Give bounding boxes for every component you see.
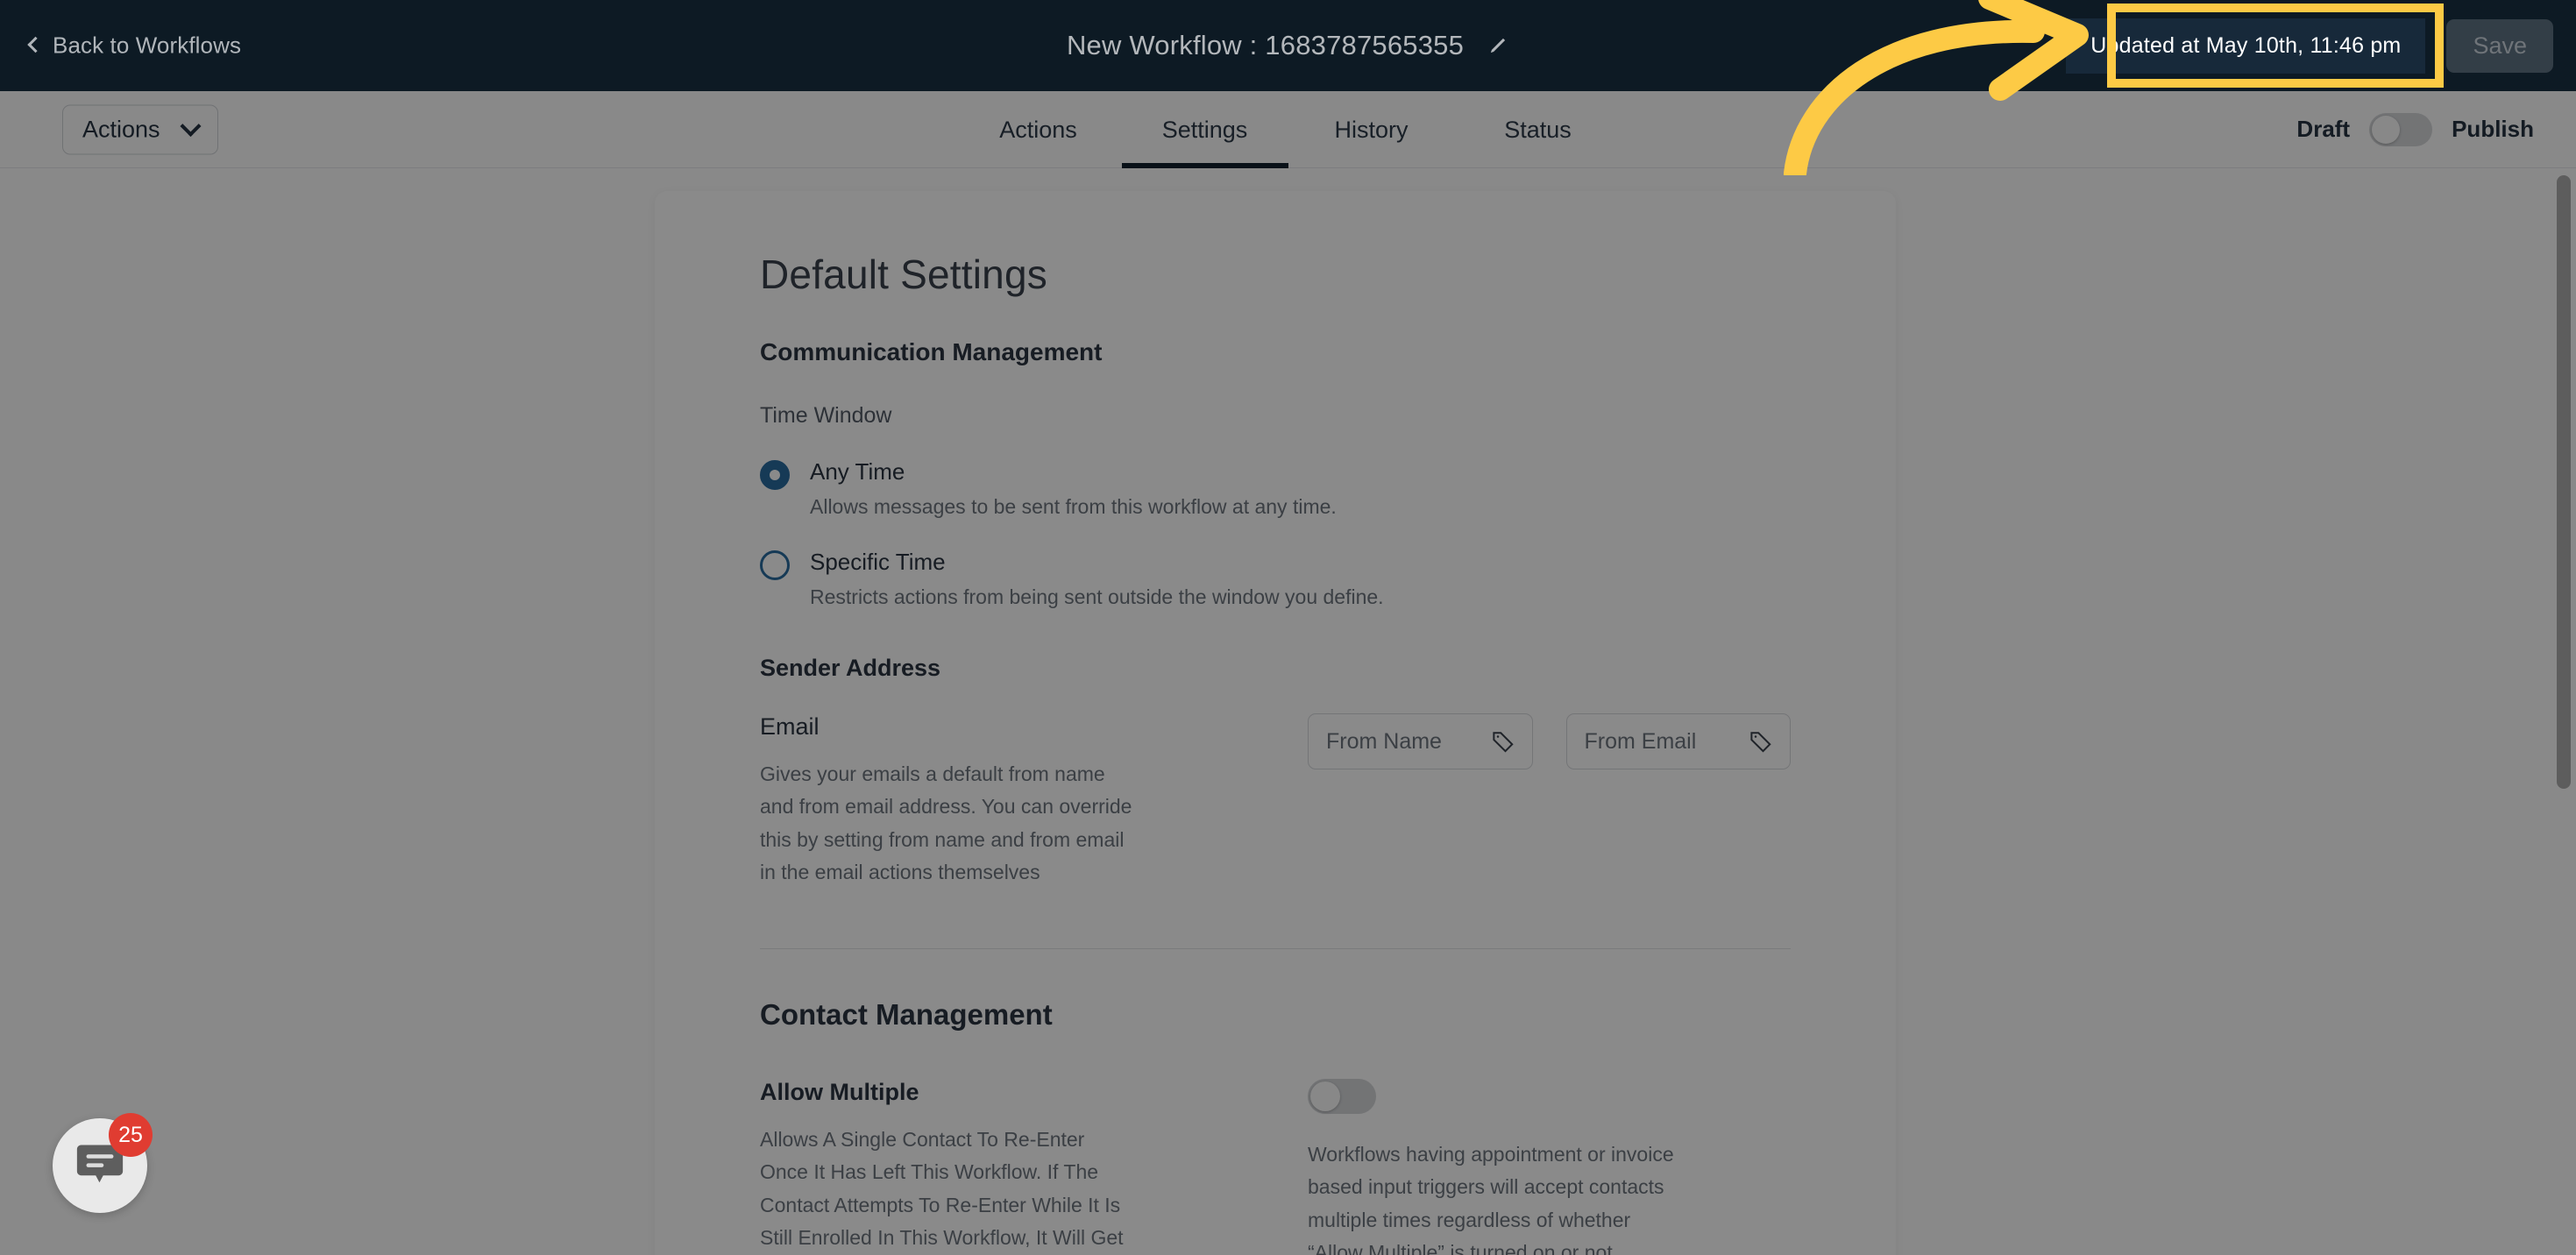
default-settings-card: Default Settings Communication Managemen… xyxy=(655,191,1896,1255)
actions-dropdown-button[interactable]: Actions xyxy=(62,104,218,154)
app-root: Default Settings Communication Managemen… xyxy=(0,0,2576,1255)
tab-status[interactable]: Status xyxy=(1455,91,1622,168)
allow-multiple-desc: Allows A Single Contact To Re-Enter Once… xyxy=(760,1128,1124,1249)
tag-icon[interactable] xyxy=(1748,728,1774,755)
actions-dropdown-label: Actions xyxy=(82,116,160,142)
allow-multiple-toggle[interactable] xyxy=(1308,1079,1376,1114)
tab-status-label: Status xyxy=(1504,116,1572,143)
allow-multiple-row: Allow Multiple Allows A Single Contact T… xyxy=(760,1079,1791,1255)
allow-multiple-description: Allow Multiple Allows A Single Contact T… xyxy=(760,1079,1137,1255)
radio-any-time[interactable] xyxy=(760,460,790,490)
tab-actions[interactable]: Actions xyxy=(955,91,1122,168)
time-window-label: Time Window xyxy=(760,403,892,428)
communication-management-heading: Communication Management xyxy=(760,338,1103,365)
workflow-title: New Workflow : 1683787565355 xyxy=(1066,30,1465,60)
radio-specific-time-desc: Restricts actions from being sent outsid… xyxy=(810,585,1384,608)
toggle-knob xyxy=(2372,115,2401,144)
section-divider xyxy=(760,948,1791,949)
page-title: Default Settings xyxy=(760,252,1047,297)
allow-multiple-label: Allow Multiple xyxy=(760,1079,919,1105)
chat-unread-badge: 25 xyxy=(109,1113,153,1157)
topbar-right-group: Updated at May 10th, 11:46 pm Save xyxy=(2062,0,2576,91)
chevron-down-icon xyxy=(180,115,202,137)
email-sender-fields xyxy=(1137,713,1791,769)
email-sender-description: Email Gives your emails a default from n… xyxy=(760,713,1137,889)
radio-specific-time[interactable] xyxy=(760,550,790,580)
radio-option-any-time[interactable]: Any Time Allows messages to be sent from… xyxy=(760,458,1791,519)
email-sender-row: Email Gives your emails a default from n… xyxy=(760,713,1791,889)
radio-any-time-desc: Allows messages to be sent from this wor… xyxy=(810,495,1337,518)
radio-specific-time-text: Specific Time Restricts actions from bei… xyxy=(810,549,1384,609)
save-button[interactable]: Save xyxy=(2446,18,2553,73)
page-scrollbar[interactable] xyxy=(2553,172,2572,1251)
toggle-knob xyxy=(1310,1081,1340,1111)
sender-address-heading: Sender Address xyxy=(760,655,941,681)
tab-actions-label: Actions xyxy=(999,116,1077,143)
radio-any-time-text: Any Time Allows messages to be sent from… xyxy=(810,458,1337,519)
pencil-icon[interactable] xyxy=(1487,34,1509,57)
back-to-workflows-link[interactable]: Back to Workflows xyxy=(27,32,242,60)
settings-page-body: Default Settings Communication Managemen… xyxy=(0,168,2576,1255)
draft-label: Draft xyxy=(2296,116,2351,142)
workflow-tabs: Actions Settings History Status xyxy=(955,91,1622,168)
workflow-nav-bar: Actions Actions Settings History Status … xyxy=(0,91,2576,168)
email-desc: Gives your emails a default from name an… xyxy=(760,762,1132,883)
chevron-left-icon xyxy=(27,36,44,53)
tab-history[interactable]: History xyxy=(1288,91,1455,168)
updated-at-badge: Updated at May 10th, 11:46 pm xyxy=(2066,18,2426,74)
contact-management-heading: Contact Management xyxy=(760,998,1053,1031)
tag-icon[interactable] xyxy=(1490,728,1516,755)
back-to-workflows-label: Back to Workflows xyxy=(53,32,242,59)
tab-history-label: History xyxy=(1334,116,1409,143)
email-label: Email xyxy=(760,713,820,740)
scrollbar-thumb[interactable] xyxy=(2557,175,2571,789)
tab-settings[interactable]: Settings xyxy=(1121,91,1288,168)
publish-label: Publish xyxy=(2452,116,2534,142)
radio-specific-time-label: Specific Time xyxy=(810,549,946,575)
radio-option-specific-time[interactable]: Specific Time Restricts actions from bei… xyxy=(760,549,1791,609)
allow-multiple-control: Workflows having appointment or invoice … xyxy=(1137,1079,1676,1255)
from-email-field[interactable] xyxy=(1565,713,1791,769)
chat-widget-button[interactable]: 25 xyxy=(53,1113,153,1213)
allow-multiple-note: Workflows having appointment or invoice … xyxy=(1308,1143,1674,1255)
publish-toggle[interactable] xyxy=(2369,112,2433,146)
tab-settings-label: Settings xyxy=(1161,116,1248,143)
draft-publish-toggle-group: Draft Publish xyxy=(2296,112,2534,146)
workflow-top-bar: Back to Workflows New Workflow : 1683787… xyxy=(0,0,2576,91)
radio-any-time-label: Any Time xyxy=(810,458,905,485)
from-name-field[interactable] xyxy=(1308,713,1533,769)
